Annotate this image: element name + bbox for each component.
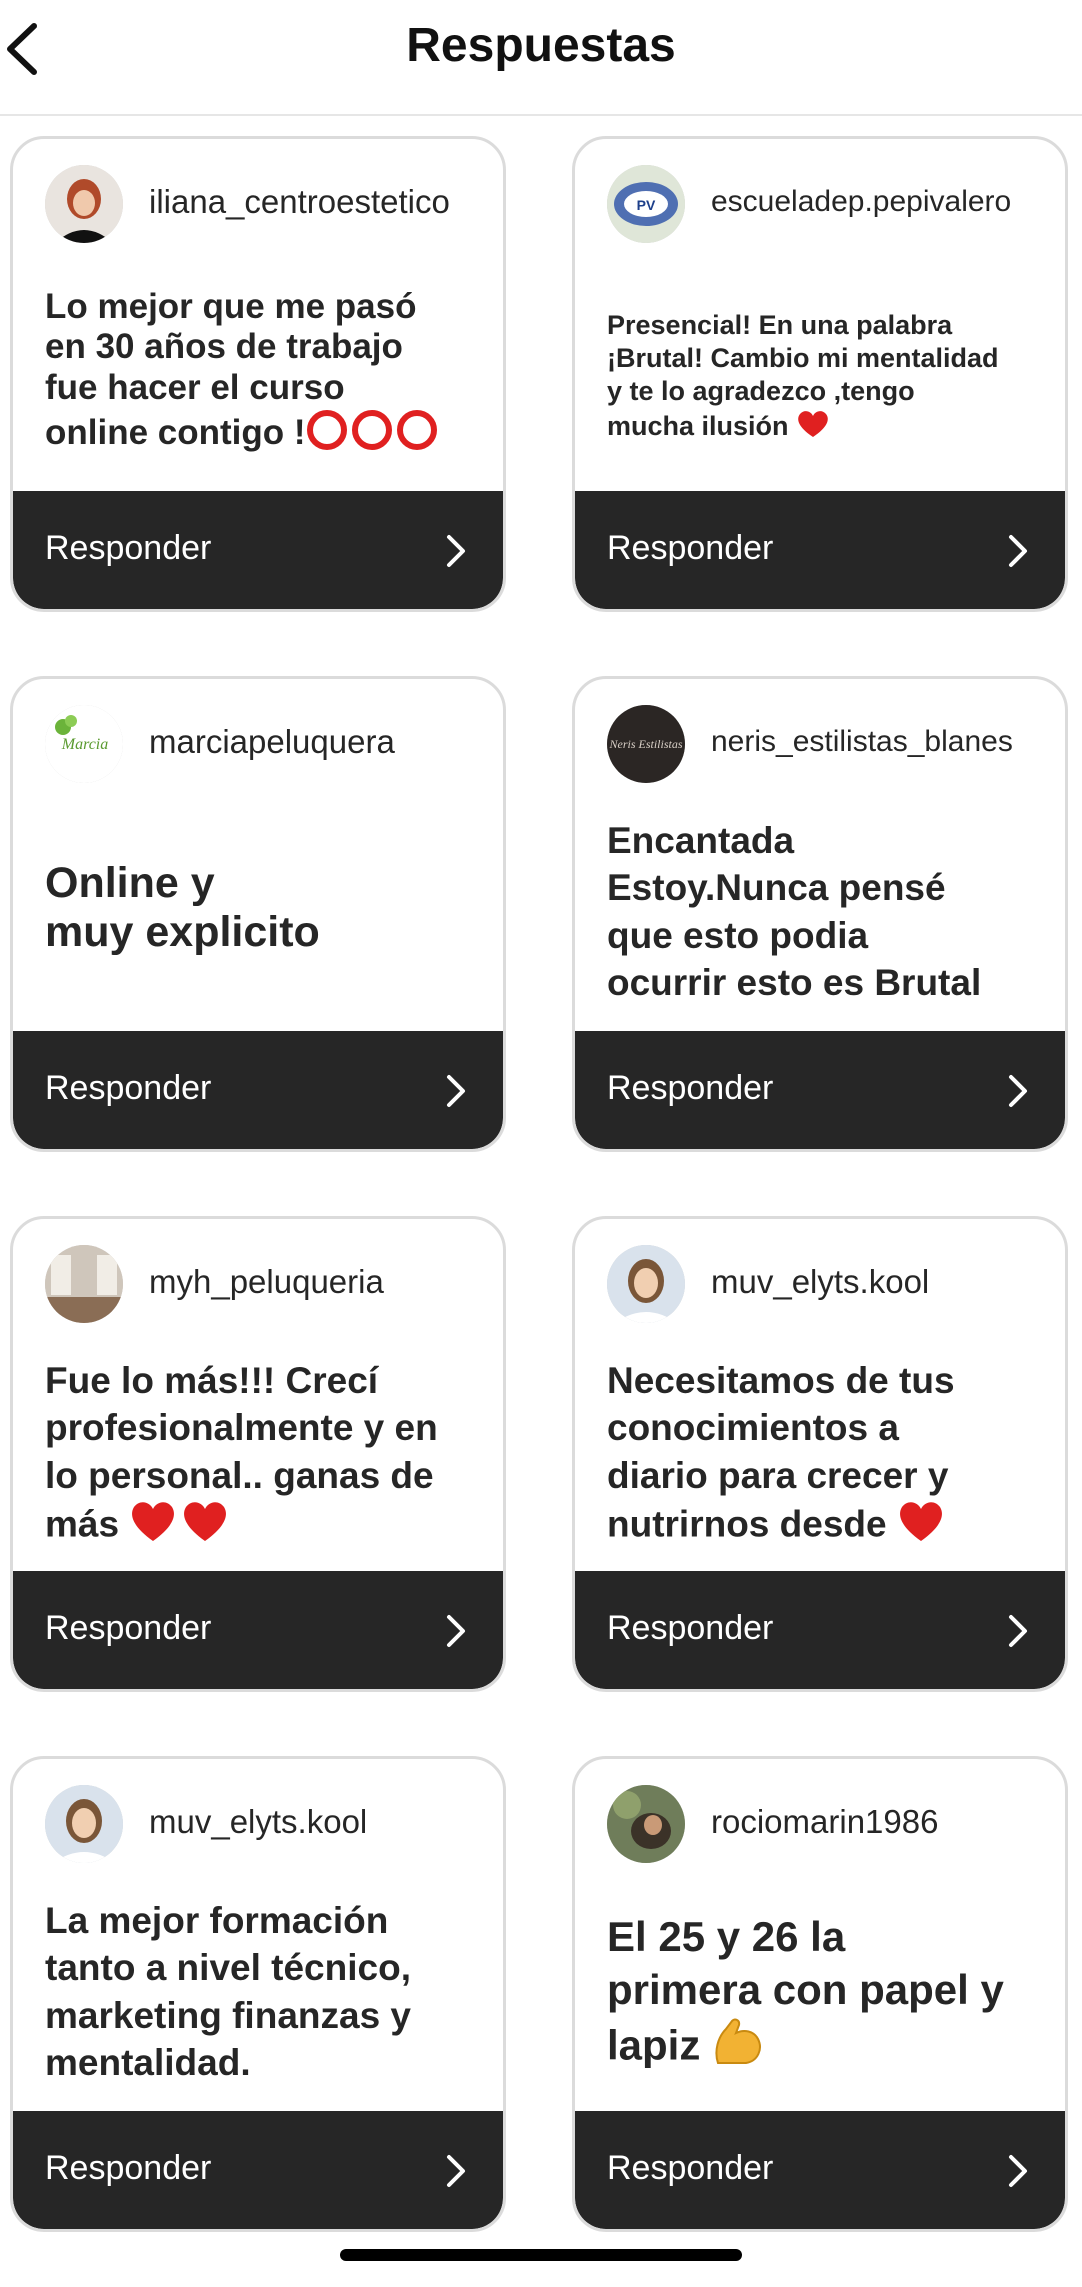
chevron-right-icon bbox=[447, 1075, 465, 1107]
chevron-right-icon bbox=[447, 535, 465, 567]
avatar[interactable]: PV bbox=[607, 165, 685, 243]
reply-button[interactable]: Responder bbox=[575, 1571, 1065, 1689]
heart-icon bbox=[897, 1499, 945, 1554]
card-header: myh_peluqueria bbox=[45, 1245, 491, 1325]
reply-button[interactable]: Responder bbox=[13, 1571, 503, 1689]
username[interactable]: rociomarin1986 bbox=[711, 1803, 938, 1841]
red-circle-icon bbox=[306, 408, 438, 461]
chevron-right-icon bbox=[1009, 2155, 1027, 2187]
username[interactable]: neris_estilistas_blanes bbox=[711, 725, 1013, 759]
reply-button[interactable]: Responder bbox=[13, 2111, 503, 2229]
card-header: muv_elyts.kool bbox=[607, 1245, 1053, 1325]
reply-button[interactable]: Responder bbox=[575, 2111, 1065, 2229]
username[interactable]: myh_peluqueria bbox=[149, 1263, 384, 1301]
response-card: Marcia marciapeluquera Online y muy expli… bbox=[10, 676, 506, 1152]
reply-button[interactable]: Responder bbox=[13, 1031, 503, 1149]
response-card: myh_peluqueria Fue lo más!!! Crecí profes… bbox=[10, 1216, 506, 1692]
reply-label: Responder bbox=[45, 529, 212, 567]
card-header: Marcia marciapeluquera bbox=[45, 705, 491, 785]
username[interactable]: marciapeluquera bbox=[149, 723, 395, 761]
username[interactable]: escueladep.pepivalero bbox=[711, 185, 1011, 219]
page-title: Respuestas bbox=[406, 19, 676, 72]
response-text: Fue lo más!!! Crecí profesionalmente y en… bbox=[45, 1357, 479, 1554]
username[interactable]: muv_elyts.kool bbox=[711, 1263, 929, 1301]
response-text-content: El 25 y 26 la primera con papel y lapiz bbox=[607, 1913, 1004, 2069]
heart-icon bbox=[796, 409, 830, 447]
avatar[interactable] bbox=[45, 1245, 123, 1323]
avatar[interactable] bbox=[45, 1785, 123, 1863]
response-card: Neris Estilistas neris_estilistas_blanes… bbox=[572, 676, 1068, 1152]
response-text: Necesitamos de tus conocimientos a diario … bbox=[607, 1357, 1041, 1554]
svg-text:Neris Estilistas: Neris Estilistas bbox=[608, 737, 682, 751]
avatar[interactable] bbox=[45, 165, 123, 243]
response-text: Lo mejor que me pasó en 30 años de trabaj… bbox=[45, 287, 479, 461]
avatar[interactable] bbox=[607, 1245, 685, 1323]
reply-label: Responder bbox=[607, 1069, 774, 1107]
reply-label: Responder bbox=[607, 2149, 774, 2187]
svg-text:PV: PV bbox=[637, 197, 656, 213]
chevron-right-icon bbox=[1009, 535, 1027, 567]
username[interactable]: iliana_centroestetico bbox=[149, 183, 450, 221]
response-text-content: Online y muy explicito bbox=[45, 859, 320, 957]
response-text: Online y muy explicito bbox=[45, 859, 479, 958]
svg-text:Marcia: Marcia bbox=[61, 736, 109, 753]
response-text: Presencial! En una palabra ¡Brutal! Cambi… bbox=[607, 309, 1041, 447]
response-card: muv_elyts.kool La mejor formación tanto a… bbox=[10, 1756, 506, 2232]
response-text-content: La mejor formación tanto a nivel técnico,… bbox=[45, 1900, 412, 2084]
card-header: muv_elyts.kool bbox=[45, 1785, 491, 1865]
avatar[interactable] bbox=[607, 1785, 685, 1863]
reply-label: Responder bbox=[607, 529, 774, 567]
chevron-right-icon bbox=[1009, 1615, 1027, 1647]
response-text: La mejor formación tanto a nivel técnico,… bbox=[45, 1897, 479, 2086]
chevron-right-icon bbox=[447, 2155, 465, 2187]
reply-button[interactable]: Responder bbox=[13, 491, 503, 609]
reply-label: Responder bbox=[45, 1609, 212, 1647]
response-card: PV escueladep.pepivalero Presencial! En … bbox=[572, 136, 1068, 612]
flexed-biceps-icon bbox=[712, 2017, 766, 2080]
top-bar: Respuestas bbox=[0, 0, 1082, 116]
avatar[interactable]: Neris Estilistas bbox=[607, 705, 685, 783]
card-header: rociomarin1986 bbox=[607, 1785, 1053, 1865]
heart-icon bbox=[129, 1499, 229, 1554]
reply-label: Responder bbox=[45, 1069, 212, 1107]
chevron-right-icon bbox=[447, 1615, 465, 1647]
response-card: muv_elyts.kool Necesitamos de tus conocim… bbox=[572, 1216, 1068, 1692]
avatar[interactable]: Marcia bbox=[45, 705, 123, 783]
response-text: El 25 y 26 la primera con papel y lapiz bbox=[607, 1911, 1041, 2080]
chevron-right-icon bbox=[1009, 1075, 1027, 1107]
reply-button[interactable]: Responder bbox=[575, 491, 1065, 609]
card-header: iliana_centroestetico bbox=[45, 165, 491, 245]
response-text: Encantada Estoy.Nunca pensé que esto podia… bbox=[607, 817, 1041, 1006]
response-text-content: Fue lo más!!! Crecí profesionalmente y en… bbox=[45, 1360, 438, 1545]
username[interactable]: muv_elyts.kool bbox=[149, 1803, 367, 1841]
card-header: PV escueladep.pepivalero bbox=[607, 165, 1053, 245]
card-header: Neris Estilistas neris_estilistas_blanes bbox=[607, 705, 1053, 785]
response-text-content: Encantada Estoy.Nunca pensé que esto podia… bbox=[607, 820, 982, 1004]
reply-button[interactable]: Responder bbox=[575, 1031, 1065, 1149]
reply-label: Responder bbox=[45, 2149, 212, 2187]
response-card: iliana_centroestetico Lo mejor que me pa… bbox=[10, 136, 506, 612]
reply-label: Responder bbox=[607, 1609, 774, 1647]
response-card: rociomarin1986 El 25 y 26 la primera con … bbox=[572, 1756, 1068, 2232]
home-indicator[interactable] bbox=[340, 2249, 742, 2261]
